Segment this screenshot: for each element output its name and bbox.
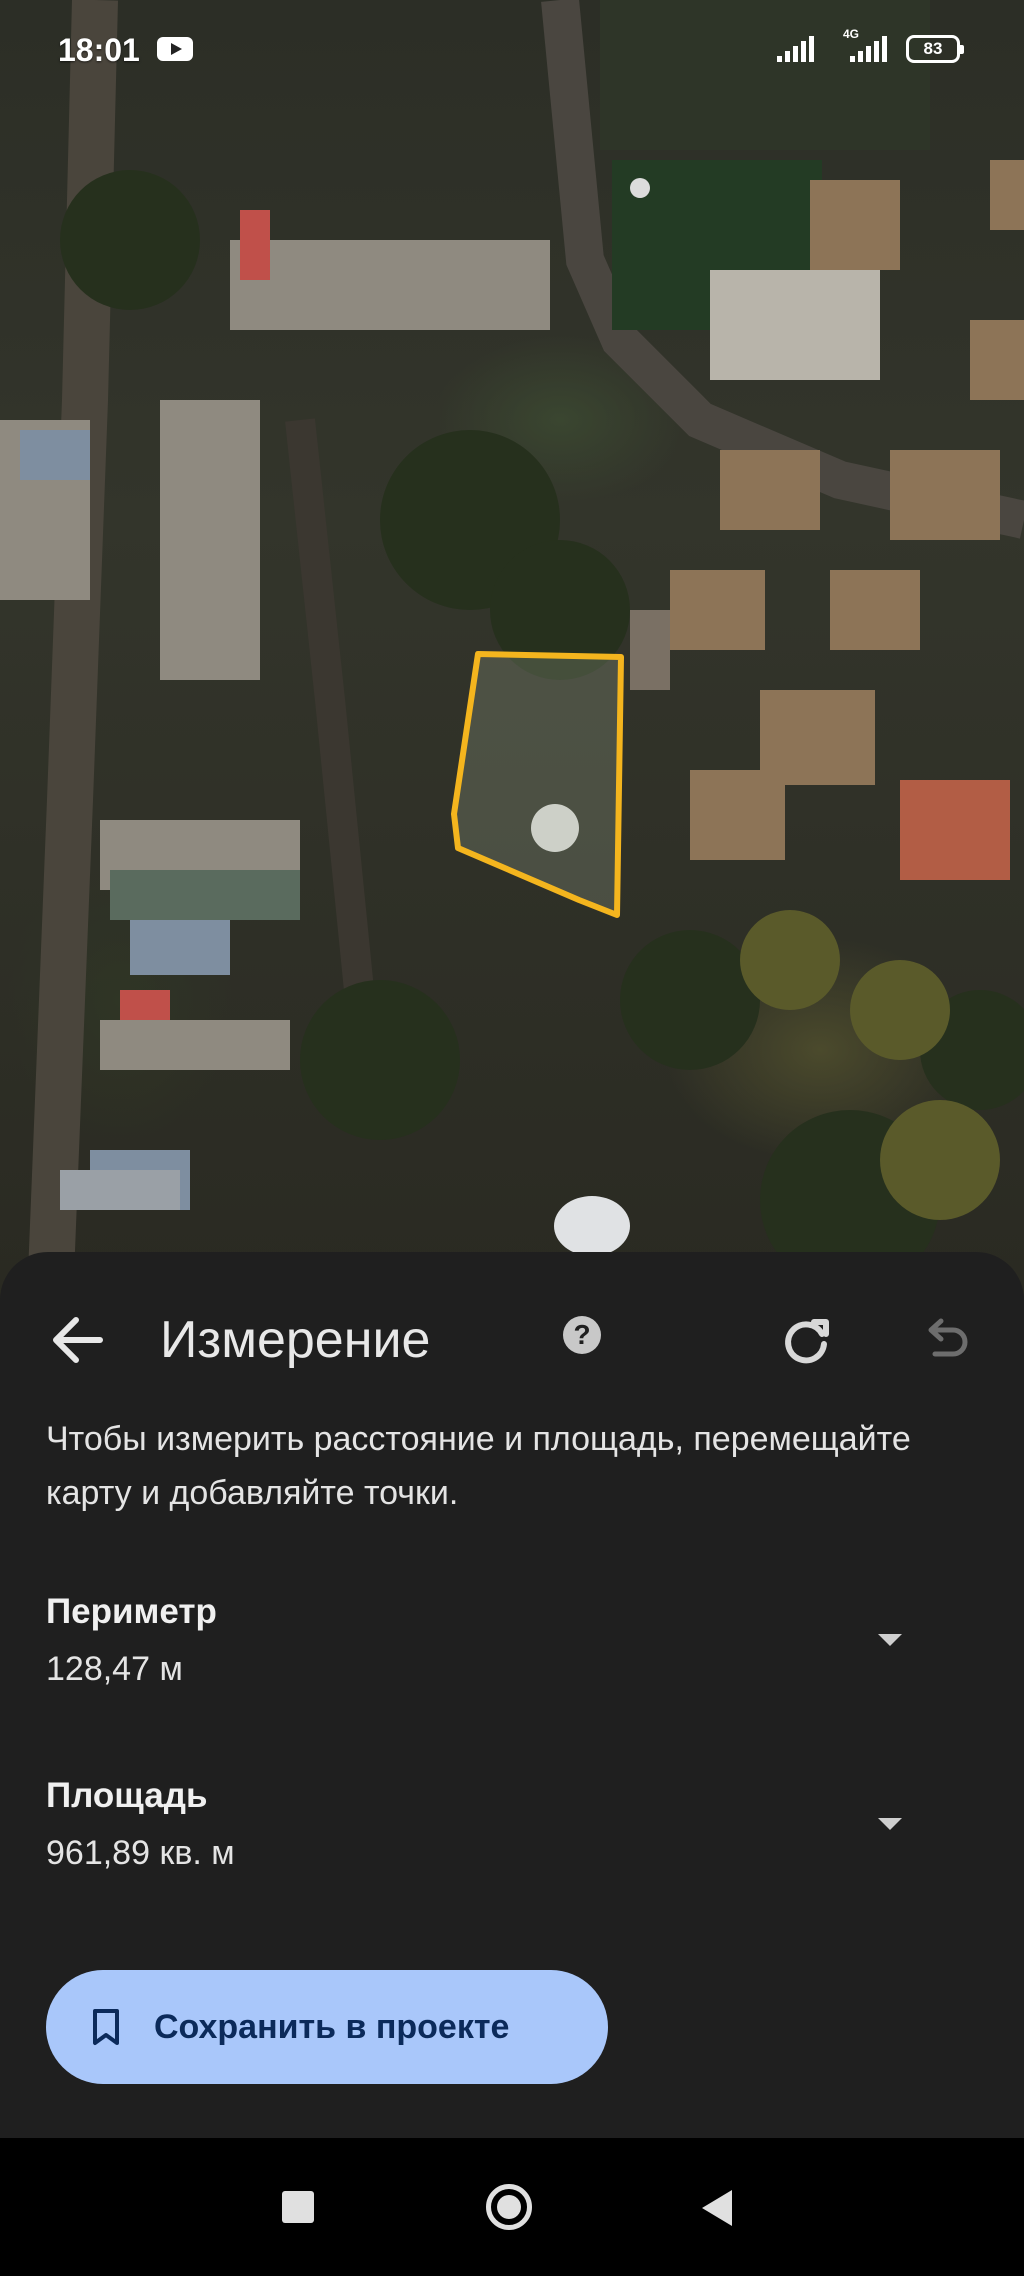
area-label: Площадь — [46, 1776, 208, 1815]
perimeter-value: 128,47 м — [46, 1650, 183, 1688]
back-triangle-icon[interactable] — [702, 2190, 732, 2226]
page-title: Измерение — [160, 1311, 431, 1369]
save-button-label: Сохранить в проекте — [154, 2008, 510, 2046]
area-value: 961,89 кв. м — [46, 1834, 235, 1872]
map-imagery — [0, 0, 1024, 1300]
status-bar: 18:01 4G 83 — [0, 0, 1024, 100]
back-arrow-icon[interactable] — [40, 1300, 120, 1380]
youtube-icon — [157, 37, 193, 61]
instructions-text: Чтобы измерить расстояние и площадь, пер… — [46, 1420, 911, 1512]
system-nav-bar — [0, 2138, 1024, 2276]
signal-icon — [777, 36, 814, 62]
signal-4g-icon — [850, 36, 887, 62]
bookmark-icon — [93, 2009, 119, 2045]
redo-icon[interactable] — [776, 1310, 836, 1370]
perimeter-label: Периметр — [46, 1592, 217, 1631]
home-icon[interactable] — [486, 2184, 532, 2230]
measure-bottom-sheet: Измерение ? Чтобы измерить расстояние и … — [0, 1252, 1024, 2138]
recent-apps-icon[interactable] — [282, 2191, 314, 2223]
measured-area-polygon — [451, 651, 624, 918]
satellite-map[interactable] — [0, 0, 1024, 1300]
area-unit-chevron-down-icon[interactable] — [870, 1804, 910, 1844]
perimeter-unit-chevron-down-icon[interactable] — [870, 1620, 910, 1660]
undo-icon[interactable] — [913, 1310, 973, 1370]
status-time: 18:01 — [58, 32, 140, 68]
battery-icon: 83 — [906, 35, 964, 63]
help-icon[interactable]: ? — [563, 1316, 601, 1354]
save-in-project-button[interactable]: Сохранить в проекте — [46, 1970, 608, 2084]
